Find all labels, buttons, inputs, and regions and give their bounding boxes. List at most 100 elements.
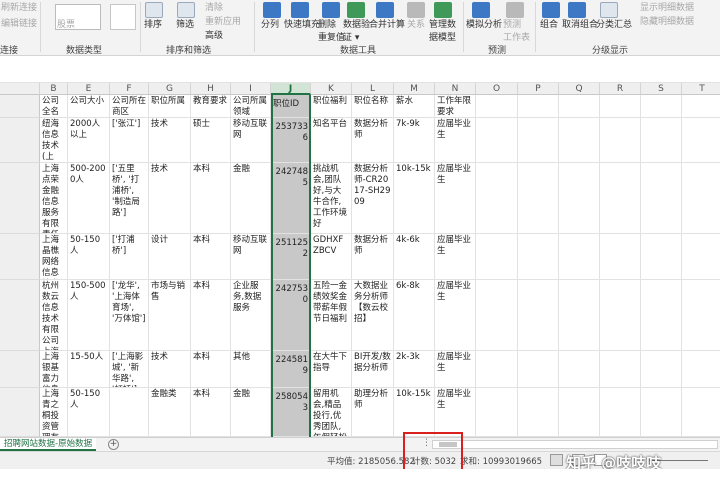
row-header[interactable] bbox=[0, 163, 40, 234]
table-cell[interactable]: 6k-8k bbox=[394, 280, 435, 351]
table-cell[interactable]: 上海点荣金融信息服务有限责任公司 bbox=[40, 163, 68, 234]
table-cell[interactable] bbox=[641, 163, 682, 234]
column-header-H[interactable]: H bbox=[191, 83, 231, 95]
table-cell[interactable]: 数据分析师 bbox=[352, 118, 394, 163]
table-cell[interactable]: BI开发/数据分析师 bbox=[352, 351, 394, 388]
table-cell[interactable]: 7k-9k bbox=[394, 118, 435, 163]
table-cell[interactable]: 杭州数云信息技术有限公司上海分公司 bbox=[40, 280, 68, 351]
sheet-tab-active[interactable]: 招聘网站数据-原始数据 bbox=[0, 438, 97, 451]
table-cell[interactable]: ['五里桥', '打浦桥', '制造局路'] bbox=[110, 163, 149, 234]
what-if-button[interactable]: 模拟分析 bbox=[466, 17, 502, 30]
table-cell[interactable]: 本科 bbox=[191, 234, 231, 280]
text-to-columns-icon[interactable] bbox=[263, 2, 281, 18]
column-header-B[interactable]: B bbox=[40, 83, 68, 95]
normal-view-icon[interactable] bbox=[550, 454, 563, 466]
table-cell[interactable] bbox=[682, 351, 720, 388]
table-cell[interactable]: 50-150人 bbox=[68, 234, 110, 280]
table-cell[interactable]: 10k-15k bbox=[394, 388, 435, 437]
data-validation-button[interactable]: 数据验证 ▾ bbox=[343, 17, 370, 43]
column-header-F[interactable]: F bbox=[110, 83, 149, 95]
table-cell[interactable]: 500-2000人 bbox=[68, 163, 110, 234]
show-detail-button[interactable]: 显示明细数据 bbox=[640, 0, 694, 13]
table-cell[interactable]: 本科 bbox=[191, 163, 231, 234]
column-header-N[interactable]: N bbox=[435, 83, 476, 95]
flash-fill-icon[interactable] bbox=[291, 2, 309, 18]
column-header-O[interactable]: O bbox=[476, 83, 518, 95]
column-header-P[interactable]: P bbox=[518, 83, 559, 95]
table-cell[interactable] bbox=[476, 388, 518, 437]
row-header[interactable] bbox=[0, 351, 40, 388]
relationships-button[interactable]: 关系 bbox=[407, 17, 425, 30]
table-cell[interactable]: 2000人以上 bbox=[68, 118, 110, 163]
header-cell[interactable]: 公司所在商区 bbox=[110, 95, 149, 118]
header-cell[interactable]: 职位所属 bbox=[149, 95, 191, 118]
table-cell[interactable] bbox=[641, 118, 682, 163]
data-model-button[interactable]: 管理数 据模型 bbox=[429, 17, 456, 43]
column-header-R[interactable]: R bbox=[600, 83, 641, 95]
header-cell[interactable]: 工作年限要求 bbox=[435, 95, 476, 118]
table-cell[interactable]: 硕士 bbox=[191, 118, 231, 163]
table-cell[interactable]: 留用机会,精品投行,优秀团队,年假轻松 bbox=[311, 388, 352, 437]
table-cell[interactable]: 10k-15k bbox=[394, 163, 435, 234]
table-cell[interactable]: ['张江'] bbox=[110, 118, 149, 163]
add-sheet-icon[interactable]: + bbox=[108, 439, 119, 450]
column-header-G[interactable]: G bbox=[149, 83, 191, 95]
table-cell[interactable] bbox=[600, 234, 641, 280]
table-cell[interactable] bbox=[559, 118, 600, 163]
table-cell[interactable] bbox=[600, 388, 641, 437]
table-cell[interactable] bbox=[476, 234, 518, 280]
table-cell[interactable]: 应届毕业生 bbox=[435, 234, 476, 280]
header-cell[interactable]: 公司大小 bbox=[68, 95, 110, 118]
table-cell[interactable]: 2k-3k bbox=[394, 351, 435, 388]
table-cell[interactable]: 其他 bbox=[231, 351, 271, 388]
filter-button[interactable]: 筛选 bbox=[176, 17, 194, 30]
table-cell[interactable]: 技术 bbox=[149, 163, 191, 234]
forecast-sheet-icon[interactable] bbox=[506, 2, 524, 18]
table-cell[interactable] bbox=[641, 280, 682, 351]
table-cell[interactable]: 移动互联网 bbox=[231, 118, 271, 163]
table-cell[interactable]: 150-500人 bbox=[68, 280, 110, 351]
table-cell[interactable]: 上海青之桐投资管理有限公司 bbox=[40, 388, 68, 437]
forecast-sheet-button[interactable]: 预测 工作表 bbox=[503, 17, 530, 43]
remove-duplicates-icon[interactable] bbox=[322, 2, 340, 18]
filter-icon[interactable] bbox=[177, 2, 195, 18]
header-cell[interactable]: 职位名称 bbox=[352, 95, 394, 118]
table-cell[interactable]: 金融 bbox=[231, 388, 271, 437]
column-header-M[interactable]: M bbox=[394, 83, 435, 95]
column-header-T[interactable]: T bbox=[682, 83, 720, 95]
table-cell[interactable]: 2427530 bbox=[271, 280, 311, 351]
sort-button[interactable]: 排序 bbox=[144, 17, 162, 30]
row-header[interactable] bbox=[0, 118, 40, 163]
header-cell[interactable]: 公司全名 bbox=[40, 95, 68, 118]
table-cell[interactable] bbox=[641, 234, 682, 280]
table-cell[interactable] bbox=[559, 351, 600, 388]
table-cell[interactable]: 15-50人 bbox=[68, 351, 110, 388]
table-cell[interactable]: 应届毕业生 bbox=[435, 163, 476, 234]
table-cell[interactable] bbox=[682, 280, 720, 351]
table-cell[interactable] bbox=[559, 388, 600, 437]
consolidate-icon[interactable] bbox=[376, 2, 394, 18]
table-cell[interactable]: 设计 bbox=[149, 234, 191, 280]
edit-links-item[interactable]: 编辑链接 bbox=[1, 16, 37, 29]
data-model-icon[interactable] bbox=[434, 2, 452, 18]
table-cell[interactable] bbox=[600, 280, 641, 351]
sort-icon[interactable] bbox=[145, 2, 163, 18]
table-cell[interactable]: 上海晶樵网络信息技术有限公司 bbox=[40, 234, 68, 280]
table-cell[interactable]: 4k-6k bbox=[394, 234, 435, 280]
header-cell[interactable]: 职位福利 bbox=[311, 95, 352, 118]
column-header-S[interactable]: S bbox=[641, 83, 682, 95]
column-header-L[interactable]: L bbox=[352, 83, 394, 95]
table-cell[interactable]: 金融 bbox=[231, 163, 271, 234]
column-header-I[interactable]: I bbox=[231, 83, 271, 95]
table-cell[interactable]: 本科 bbox=[191, 351, 231, 388]
table-cell[interactable] bbox=[518, 163, 559, 234]
hide-detail-button[interactable]: 隐藏明细数据 bbox=[640, 14, 694, 27]
scrollbar-thumb[interactable] bbox=[439, 442, 457, 447]
advanced-button[interactable]: 高级 bbox=[205, 28, 223, 41]
data-type-expand[interactable] bbox=[110, 4, 136, 30]
table-cell[interactable]: 市场与销售 bbox=[149, 280, 191, 351]
table-cell[interactable]: 技术 bbox=[149, 351, 191, 388]
header-cell[interactable]: 薪水 bbox=[394, 95, 435, 118]
table-cell[interactable] bbox=[476, 351, 518, 388]
relationships-icon[interactable] bbox=[407, 2, 425, 18]
